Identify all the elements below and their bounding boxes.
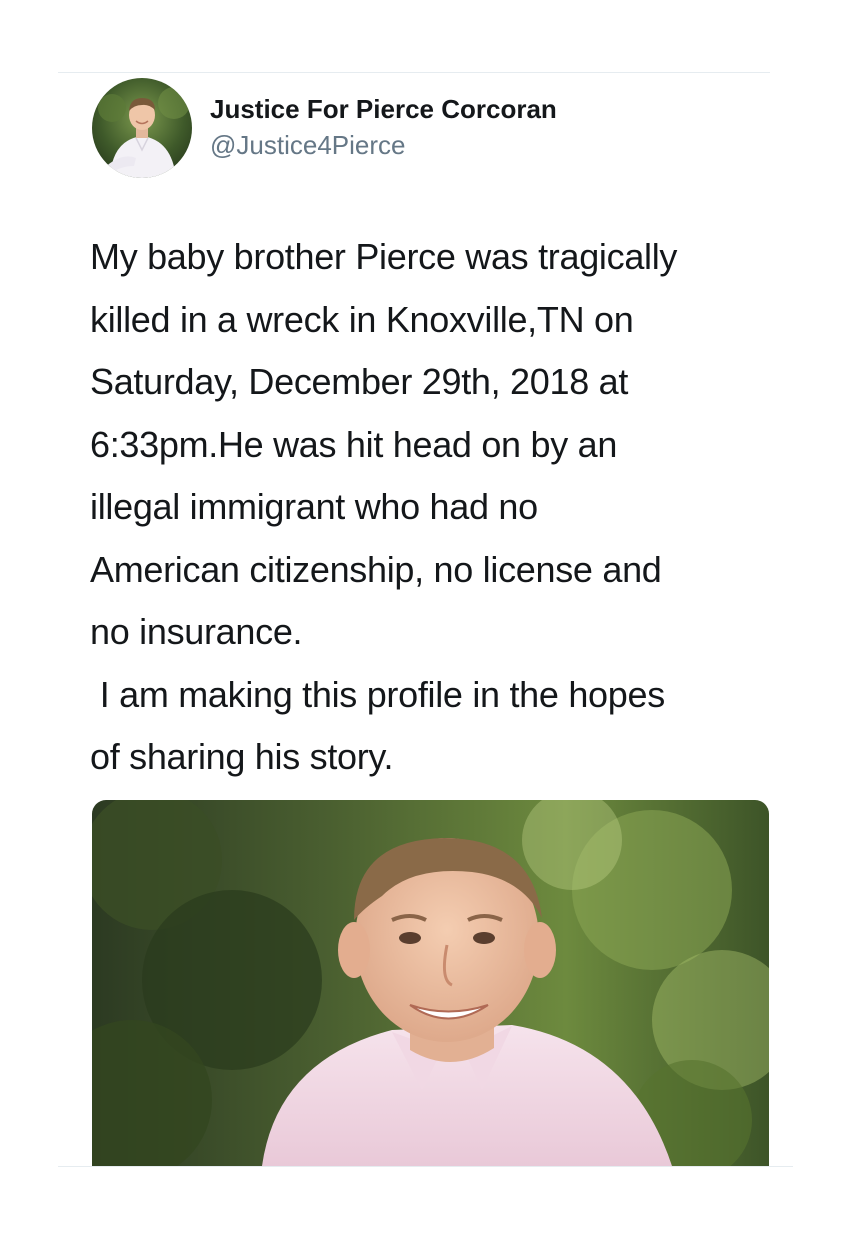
tweet-text-line: no insurance. [90, 611, 303, 652]
avatar-photo [92, 78, 192, 178]
tweet-text-line: of sharing his story. [90, 736, 394, 777]
tweet-text-line: 6:33pm.He was hit head on by an [90, 423, 618, 465]
tweet-text-line: Saturday, December 29th, 2018 at [90, 361, 629, 402]
media-photo [92, 800, 769, 1166]
tweet-text-line: illegal immigrant who had no [90, 486, 538, 527]
author-display-name[interactable]: Justice For Pierce Corcoran [210, 94, 557, 125]
tweet-text-line: American citizenship, no license and [90, 548, 662, 590]
avatar[interactable] [92, 78, 192, 178]
bottom-divider [58, 1166, 793, 1167]
author-handle[interactable]: @Justice4Pierce [210, 130, 405, 161]
tweet-text: My baby brother Pierce was tragically ki… [90, 226, 790, 789]
tweet-text-line: I am making this profile in the hopes [90, 673, 666, 715]
tweet-text-line: My baby brother Pierce was tragically [90, 236, 678, 277]
tweet-text-line: killed in a wreck in Knoxville,TN on [90, 298, 634, 340]
top-divider [58, 72, 770, 73]
tweet-media-photo[interactable] [92, 800, 769, 1166]
